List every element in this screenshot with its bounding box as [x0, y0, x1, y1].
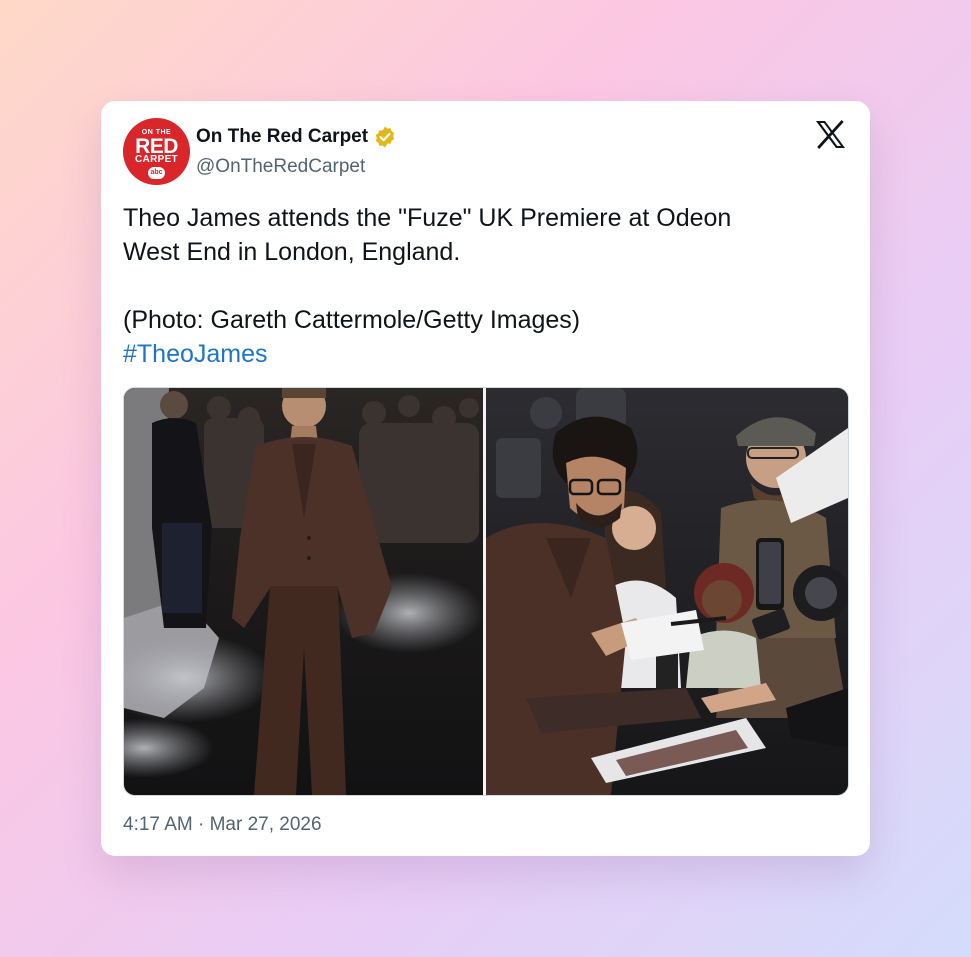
- display-name-row[interactable]: On The Red Carpet: [196, 125, 397, 149]
- tweet-text-line: Theo James attends the "Fuze" UK Premier…: [123, 204, 732, 232]
- tweet-timestamp[interactable]: 4:17 AM · Mar 27, 2026: [123, 814, 322, 836]
- verified-badge-icon: [375, 126, 395, 148]
- display-name[interactable]: On The Red Carpet: [196, 126, 368, 148]
- photo-grid: [123, 387, 849, 796]
- x-logo-icon[interactable]: [815, 120, 846, 149]
- tweet-text: Theo James attends the "Fuze" UK Premier…: [123, 201, 843, 371]
- tweet-card: ON THE RED CARPET abc On The Red Carpet …: [101, 101, 870, 856]
- avatar[interactable]: ON THE RED CARPET abc: [123, 118, 190, 185]
- photo-signing-autographs[interactable]: [486, 388, 848, 795]
- avatar-network-badge: abc: [148, 167, 165, 179]
- hashtag-link[interactable]: #TheoJames: [123, 337, 843, 371]
- photo-credit: (Photo: Gareth Cattermole/Getty Images): [123, 306, 581, 334]
- avatar-text-bottom: CARPET: [135, 154, 178, 165]
- photo-red-carpet-pose[interactable]: [124, 388, 483, 795]
- user-handle[interactable]: @OnTheRedCarpet: [196, 156, 365, 178]
- tweet-text-line: West End in London, England.: [123, 238, 461, 266]
